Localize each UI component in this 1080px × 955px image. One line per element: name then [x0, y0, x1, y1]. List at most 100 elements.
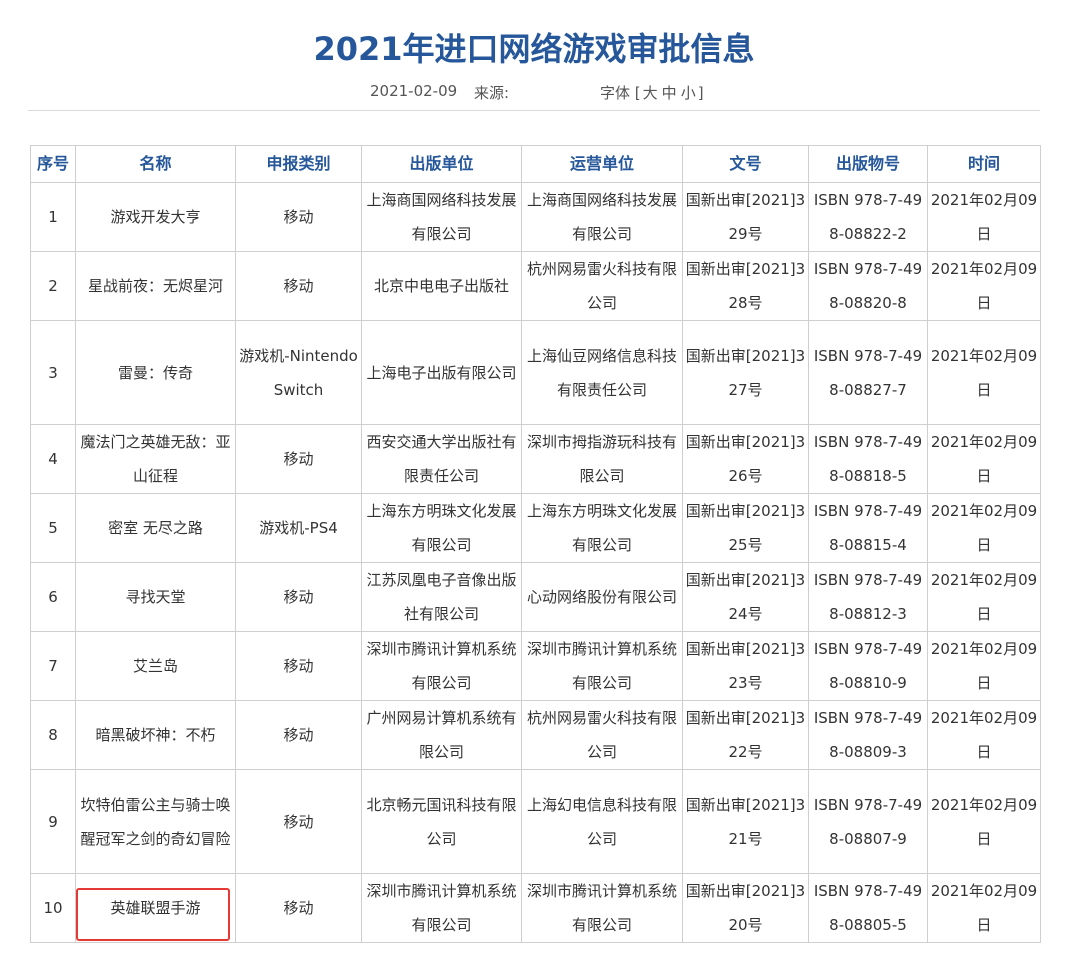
table-row: 8 暗黑破坏神：不朽 移动 广州网易计算机系统有限公司 杭州网易雷火科技有限公司…: [30, 700, 1041, 770]
cell-category: 移动: [235, 424, 362, 494]
cell-operator: 杭州网易雷火科技有限公司: [521, 251, 683, 321]
cell-operator: 上海商国网络科技发展有限公司: [521, 182, 683, 252]
cell-doc-number: 国新出审[2021]324号: [682, 562, 809, 632]
cell-doc-number: 国新出审[2021]322号: [682, 700, 809, 770]
cell-index: 2: [30, 251, 76, 321]
header-category: 申报类别: [235, 145, 362, 183]
cell-index: 4: [30, 424, 76, 494]
header-publisher: 出版单位: [361, 145, 522, 183]
cell-doc-number: 国新出审[2021]321号: [682, 769, 809, 874]
cell-name: 暗黑破坏神：不朽: [75, 700, 236, 770]
page-title: 2021年进口网络游戏审批信息: [313, 30, 755, 69]
cell-date: 2021年02月09日: [927, 320, 1041, 425]
table-row: 10 英雄联盟手游 移动 深圳市腾讯计算机系统有限公司 深圳市腾讯计算机系统有限…: [30, 873, 1041, 943]
table-row: 7 艾兰岛 移动 深圳市腾讯计算机系统有限公司 深圳市腾讯计算机系统有限公司 国…: [30, 631, 1041, 701]
cell-date: 2021年02月09日: [927, 424, 1041, 494]
cell-index: 9: [30, 769, 76, 874]
cell-name: 坎特伯雷公主与骑士唤醒冠军之剑的奇幻冒险: [75, 769, 236, 874]
font-size-small-link[interactable]: 小: [681, 84, 696, 102]
cell-operator: 深圳市腾讯计算机系统有限公司: [521, 631, 683, 701]
cell-name: 密室 无尽之路: [75, 493, 236, 563]
cell-name: 星战前夜：无烬星河: [75, 251, 236, 321]
cell-date: 2021年02月09日: [927, 769, 1041, 874]
table-row: 4 魔法门之英雄无敌：亚山征程 移动 西安交通大学出版社有限责任公司 深圳市拇指…: [30, 424, 1041, 494]
font-bracket-close: ]: [697, 84, 704, 102]
font-size-medium-link[interactable]: 中: [662, 84, 677, 102]
cell-isbn: ISBN 978-7-498-08807-9: [808, 769, 928, 874]
cell-isbn: ISBN 978-7-498-08810-9: [808, 631, 928, 701]
cell-isbn: ISBN 978-7-498-08820-8: [808, 251, 928, 321]
cell-isbn: ISBN 978-7-498-08815-4: [808, 493, 928, 563]
cell-index: 8: [30, 700, 76, 770]
cell-name: 艾兰岛: [75, 631, 236, 701]
table-row: 5 密室 无尽之路 游戏机-PS4 上海东方明珠文化发展有限公司 上海东方明珠文…: [30, 493, 1041, 563]
cell-date: 2021年02月09日: [927, 493, 1041, 563]
cell-index: 7: [30, 631, 76, 701]
cell-isbn: ISBN 978-7-498-08809-3: [808, 700, 928, 770]
cell-publisher: 深圳市腾讯计算机系统有限公司: [361, 631, 522, 701]
cell-doc-number: 国新出审[2021]323号: [682, 631, 809, 701]
header-isbn: 出版物号: [808, 145, 928, 183]
header-doc-number: 文号: [682, 145, 809, 183]
header-date: 时间: [927, 145, 1041, 183]
cell-category: 移动: [235, 251, 362, 321]
cell-operator: 杭州网易雷火科技有限公司: [521, 700, 683, 770]
cell-name: 雷曼：传奇: [75, 320, 236, 425]
cell-publisher: 上海电子出版有限公司: [361, 320, 522, 425]
cell-publisher: 上海商国网络科技发展有限公司: [361, 182, 522, 252]
font-size-large-link[interactable]: 大: [643, 84, 658, 102]
cell-publisher: 江苏凤凰电子音像出版社有限公司: [361, 562, 522, 632]
cell-operator: 上海东方明珠文化发展有限公司: [521, 493, 683, 563]
cell-isbn: ISBN 978-7-498-08822-2: [808, 182, 928, 252]
cell-operator: 深圳市拇指游玩科技有限公司: [521, 424, 683, 494]
cell-publisher: 深圳市腾讯计算机系统有限公司: [361, 873, 522, 943]
cell-category: 移动: [235, 562, 362, 632]
font-size-switcher: 字体 [大中小]: [600, 82, 704, 103]
cell-index: 1: [30, 182, 76, 252]
table-header-row: 序号 名称 申报类别 出版单位 运营单位 文号 出版物号 时间: [30, 145, 1041, 183]
source-label: 来源:: [474, 84, 510, 102]
cell-isbn: ISBN 978-7-498-08827-7: [808, 320, 928, 425]
cell-doc-number: 国新出审[2021]326号: [682, 424, 809, 494]
cell-date: 2021年02月09日: [927, 562, 1041, 632]
cell-category: 移动: [235, 182, 362, 252]
cell-operator: 心动网络股份有限公司: [521, 562, 683, 632]
cell-isbn: ISBN 978-7-498-08818-5: [808, 424, 928, 494]
cell-date: 2021年02月09日: [927, 182, 1041, 252]
font-size-label: 字体: [600, 84, 631, 102]
cell-name: 寻找天堂: [75, 562, 236, 632]
cell-publisher: 广州网易计算机系统有限公司: [361, 700, 522, 770]
cell-operator: 上海幻电信息科技有限公司: [521, 769, 683, 874]
table-row: 1 游戏开发大亨 移动 上海商国网络科技发展有限公司 上海商国网络科技发展有限公…: [30, 182, 1041, 252]
cell-date: 2021年02月09日: [927, 251, 1041, 321]
cell-publisher: 北京中电电子出版社: [361, 251, 522, 321]
cell-doc-number: 国新出审[2021]328号: [682, 251, 809, 321]
header-operator: 运营单位: [521, 145, 683, 183]
cell-name: 游戏开发大亨: [75, 182, 236, 252]
cell-operator: 深圳市腾讯计算机系统有限公司: [521, 873, 683, 943]
table-row: 6 寻找天堂 移动 江苏凤凰电子音像出版社有限公司 心动网络股份有限公司 国新出…: [30, 562, 1041, 632]
cell-publisher: 上海东方明珠文化发展有限公司: [361, 493, 522, 563]
font-bracket-open: [: [634, 84, 641, 102]
cell-date: 2021年02月09日: [927, 631, 1041, 701]
publish-date: 2021-02-09: [370, 82, 458, 100]
cell-name: 英雄联盟手游: [75, 873, 236, 943]
title-divider: [28, 110, 1040, 111]
cell-publisher: 西安交通大学出版社有限责任公司: [361, 424, 522, 494]
cell-category: 移动: [235, 631, 362, 701]
table-row: 9 坎特伯雷公主与骑士唤醒冠军之剑的奇幻冒险 移动 北京畅元国讯科技有限公司 上…: [30, 769, 1041, 874]
cell-name: 魔法门之英雄无敌：亚山征程: [75, 424, 236, 494]
cell-doc-number: 国新出审[2021]329号: [682, 182, 809, 252]
cell-category: 移动: [235, 769, 362, 874]
cell-category: 移动: [235, 873, 362, 943]
cell-doc-number: 国新出审[2021]320号: [682, 873, 809, 943]
cell-category: 游戏机-Nintendo Switch: [235, 320, 362, 425]
article-meta: 2021-02-09 来源: 字体 [大中小]: [28, 82, 1040, 106]
cell-date: 2021年02月09日: [927, 700, 1041, 770]
cell-category: 移动: [235, 700, 362, 770]
header-name: 名称: [75, 145, 236, 183]
header-index: 序号: [30, 145, 76, 183]
cell-category: 游戏机-PS4: [235, 493, 362, 563]
cell-doc-number: 国新出审[2021]327号: [682, 320, 809, 425]
cell-index: 6: [30, 562, 76, 632]
